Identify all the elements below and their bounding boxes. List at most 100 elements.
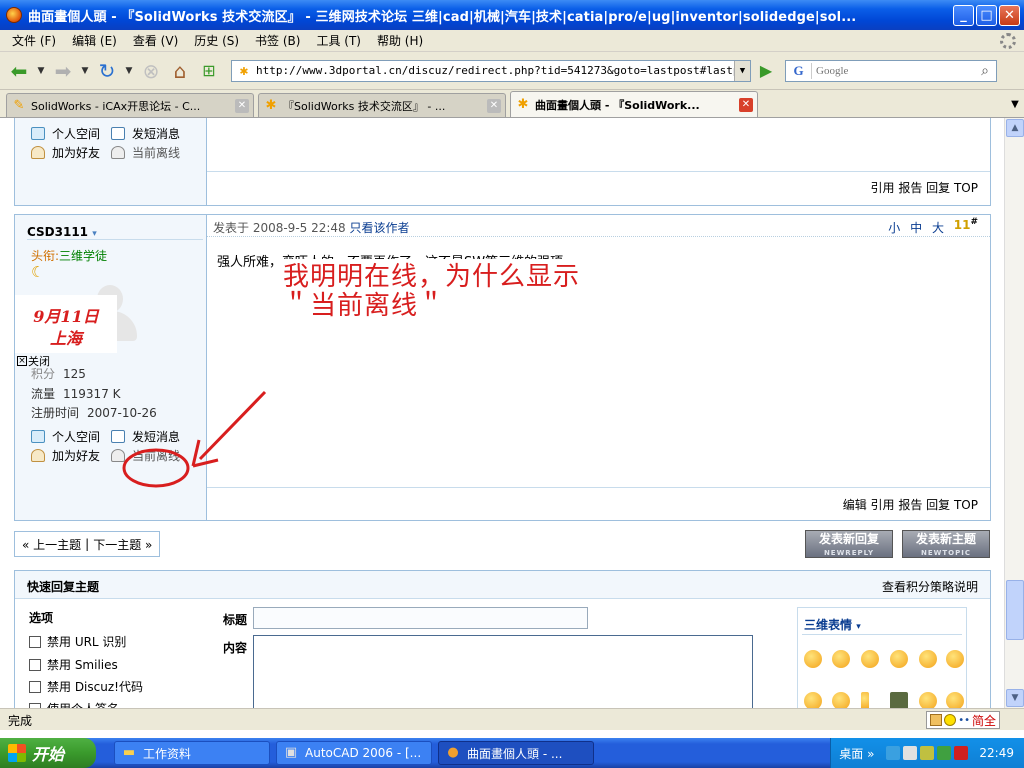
reload-dropdown-icon[interactable]: ▼ [123, 58, 135, 84]
space-link-label[interactable]: 个人空间 [52, 125, 100, 142]
checkbox[interactable] [29, 658, 41, 671]
emoticon-category-label[interactable]: 三维表情 [804, 618, 852, 632]
new-tab-icon[interactable]: ⊞ [196, 58, 222, 84]
option-disable-url[interactable]: 禁用 URL 识别 [29, 633, 126, 650]
emoticon-icon[interactable] [919, 692, 937, 708]
pm-link[interactable]: 发短消息 [111, 125, 180, 142]
forward-dropdown-icon[interactable]: ▼ [79, 58, 91, 84]
search-engine-icon[interactable]: G [786, 62, 812, 79]
new-topic-button[interactable]: 发表新主题 NEWTOPIC [902, 530, 990, 558]
username[interactable]: CSD3111 ▾ [27, 225, 97, 239]
emoticon-icon[interactable] [804, 692, 822, 708]
space-link[interactable]: 个人空间 [31, 125, 100, 142]
stop-icon[interactable]: ⊗ [138, 58, 164, 84]
tray-icon[interactable] [937, 746, 952, 760]
back-dropdown-icon[interactable]: ▼ [35, 58, 47, 84]
add-friend-label[interactable]: 加为好友 [52, 144, 100, 161]
font-medium-link[interactable]: 中 [910, 221, 922, 235]
taskbar-item-folder[interactable]: ▬ 工作资料 [114, 741, 270, 765]
new-reply-label[interactable]: 发表新回复 [819, 532, 879, 546]
minimize-button[interactable]: _ [953, 4, 974, 26]
back-icon[interactable]: ⬅ [6, 58, 32, 84]
search-input[interactable] [812, 64, 974, 77]
pm-link[interactable]: 发短消息 [111, 428, 180, 445]
extension-status[interactable]: •• 简全 [926, 711, 1000, 729]
url-text[interactable]: http://www.3dportal.cn/discuz/redirect.p… [256, 64, 734, 77]
conversion-label[interactable]: 简全 [972, 712, 996, 729]
add-friend-link[interactable]: 加为好友 [31, 447, 100, 464]
option-use-signature[interactable]: 使用个人签名 [29, 700, 119, 708]
emoticon-icon[interactable] [861, 650, 879, 668]
subject-input[interactable] [253, 607, 588, 629]
post-actions[interactable]: 引用 报告 回复 TOP [871, 179, 978, 196]
tab-list-icon[interactable]: ▼ [1006, 93, 1024, 117]
only-author-link[interactable]: 只看该作者 [350, 221, 410, 235]
taskbar-item-autocad[interactable]: ▣ AutoCAD 2006 - [... [276, 741, 432, 765]
emoticon-icon[interactable] [832, 692, 850, 708]
search-box[interactable]: G ⌕ [785, 59, 997, 82]
clock[interactable]: 22:49 [979, 746, 1014, 760]
post-actions[interactable]: 编辑 引用 报告 回复 TOP [843, 496, 978, 513]
chevron-down-icon[interactable]: ▾ [92, 229, 97, 239]
scroll-up-icon[interactable]: ▲ [1006, 119, 1024, 137]
address-bar[interactable]: ✱ http://www.3dportal.cn/discuz/redirect… [231, 59, 751, 82]
floor-number-text[interactable]: 11 [954, 218, 971, 232]
font-large-link[interactable]: 大 [932, 221, 944, 235]
space-link[interactable]: 个人空间 [31, 428, 100, 445]
pm-link-label[interactable]: 发短消息 [132, 428, 180, 445]
menu-edit[interactable]: 编辑 (E) [64, 32, 125, 49]
tab-2[interactable]: ✱ 『SolidWorks 技术交流区』 - ... ✕ [258, 93, 506, 117]
emoticon-icon[interactable] [946, 692, 964, 708]
emoticon-icon[interactable] [861, 692, 869, 708]
menu-bookmarks[interactable]: 书签 (B) [247, 32, 308, 49]
chevron-down-icon[interactable]: ▾ [856, 622, 861, 632]
desktop-toolbar[interactable]: 桌面 » [839, 745, 874, 762]
antivirus-icon[interactable] [954, 746, 969, 760]
maximize-button[interactable]: □ [976, 4, 997, 26]
desktop-label[interactable]: 桌面 [839, 747, 863, 761]
font-small-link[interactable]: 小 [888, 221, 900, 235]
emoticon-icon[interactable] [832, 650, 850, 668]
taskbar-item-firefox[interactable]: ● 曲面畫個人頭 - ... [438, 741, 594, 765]
extension-icon[interactable] [930, 714, 943, 726]
scroll-thumb[interactable] [1006, 580, 1024, 640]
emoticon-icon[interactable] [946, 650, 964, 668]
emoticon-icon[interactable] [890, 692, 908, 708]
scroll-down-icon[interactable]: ▼ [1006, 689, 1024, 707]
option-disable-smilies[interactable]: 禁用 Smilies [29, 656, 118, 673]
menu-tools[interactable]: 工具 (T) [308, 32, 369, 49]
forward-icon[interactable]: ➡ [50, 58, 76, 84]
menu-file[interactable]: 文件 (F) [4, 32, 64, 49]
go-icon[interactable]: ▶ [755, 60, 777, 82]
tab-close-icon[interactable]: ✕ [235, 98, 249, 113]
prev-topic-link[interactable]: « 上一主题 [22, 536, 81, 553]
checkbox[interactable] [29, 635, 41, 648]
next-topic-link[interactable]: 下一主题 » [93, 536, 152, 553]
reload-icon[interactable]: ↻ [94, 58, 120, 84]
new-reply-button[interactable]: 发表新回复 NEWREPLY [805, 530, 893, 558]
new-topic-label[interactable]: 发表新主题 [916, 532, 976, 546]
tab-close-icon[interactable]: ✕ [487, 98, 501, 113]
option-disable-discuz[interactable]: 禁用 Discuz!代码 [29, 678, 143, 695]
url-dropdown-icon[interactable]: ▼ [734, 60, 750, 81]
tab-1[interactable]: ✎ SolidWorks - iCAx开思论坛 - C... ✕ [6, 93, 254, 117]
start-button[interactable]: 开始 [0, 738, 96, 768]
menu-history[interactable]: 历史 (S) [186, 32, 247, 49]
smiley-icon[interactable] [944, 714, 957, 726]
add-friend-link[interactable]: 加为好友 [31, 144, 100, 161]
credit-policy-link[interactable]: 查看积分策略说明 [882, 578, 978, 595]
checkbox[interactable] [29, 680, 41, 693]
emoticon-icon[interactable] [804, 650, 822, 668]
emoticon-category[interactable]: 三维表情 ▾ [804, 616, 861, 633]
tab-3-active[interactable]: ✱ 曲面畫個人頭 - 『SolidWork... ✕ [510, 91, 758, 117]
start-label[interactable]: 开始 [32, 741, 64, 765]
vertical-scrollbar[interactable]: ▲ ▼ [1004, 118, 1024, 708]
home-icon[interactable]: ⌂ [167, 58, 193, 84]
tray-icon[interactable] [903, 746, 918, 760]
floor-number[interactable]: 11# [954, 217, 978, 232]
emoticon-icon[interactable] [919, 650, 937, 668]
network-icon[interactable] [886, 746, 901, 760]
space-link-label[interactable]: 个人空间 [52, 428, 100, 445]
search-icon[interactable]: ⌕ [974, 61, 996, 81]
content-textarea[interactable] [253, 635, 753, 708]
